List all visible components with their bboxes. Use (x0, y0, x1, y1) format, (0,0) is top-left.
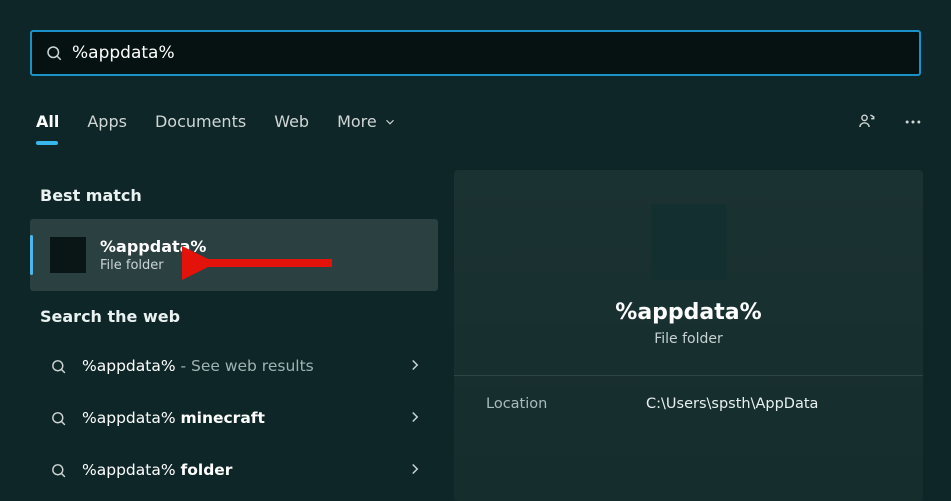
best-match-subtitle: File folder (100, 258, 206, 273)
web-result[interactable]: %appdata% folder (30, 444, 438, 496)
chevron-down-icon (383, 115, 397, 129)
best-match-title: %appdata% (100, 237, 206, 256)
tab-web-label: Web (274, 112, 309, 131)
location-label: Location (486, 396, 646, 412)
search-web-heading: Search the web (40, 307, 438, 326)
tab-apps-label: Apps (87, 112, 127, 131)
search-icon (48, 460, 68, 480)
folder-thumb (50, 237, 86, 273)
search-icon (48, 408, 68, 428)
tab-documents[interactable]: Documents (155, 112, 246, 145)
account-sync-icon[interactable] (857, 112, 877, 132)
search-icon (44, 43, 64, 63)
chevron-right-icon (406, 460, 426, 480)
tab-all[interactable]: All (36, 112, 59, 145)
tab-web[interactable]: Web (274, 112, 309, 145)
web-result[interactable]: %appdata% minecraft (30, 392, 438, 444)
tab-more[interactable]: More (337, 112, 397, 145)
top-action-icons (857, 112, 923, 132)
preview-subtitle: File folder (454, 331, 923, 347)
tab-apps[interactable]: Apps (87, 112, 127, 145)
chevron-right-icon (406, 356, 426, 376)
chevron-right-icon (406, 408, 426, 428)
web-result-text: %appdata% minecraft (82, 409, 406, 427)
preview-thumb (651, 204, 727, 280)
filter-tabs: All Apps Documents Web More (36, 112, 397, 145)
web-result-text: %appdata% - See web results (82, 357, 406, 375)
web-result-text: %appdata% folder (82, 461, 406, 479)
search-input[interactable] (72, 43, 907, 63)
more-options-icon[interactable] (903, 112, 923, 132)
best-match-text: %appdata% File folder (100, 237, 206, 273)
results-panel: Best match %appdata% File folder Search … (30, 170, 438, 496)
tab-more-label: More (337, 112, 377, 131)
preview-panel: %appdata% File folder Location C:\Users\… (454, 170, 923, 501)
web-result[interactable]: %appdata% - See web results (30, 340, 438, 392)
preview-title: %appdata% (454, 300, 923, 325)
location-row: Location C:\Users\spsth\AppData (454, 376, 923, 432)
best-match-result[interactable]: %appdata% File folder (30, 219, 438, 291)
best-match-heading: Best match (40, 186, 438, 205)
tab-all-label: All (36, 112, 59, 131)
search-icon (48, 356, 68, 376)
location-value: C:\Users\spsth\AppData (646, 396, 818, 412)
tab-documents-label: Documents (155, 112, 246, 131)
search-bar[interactable] (30, 30, 921, 76)
